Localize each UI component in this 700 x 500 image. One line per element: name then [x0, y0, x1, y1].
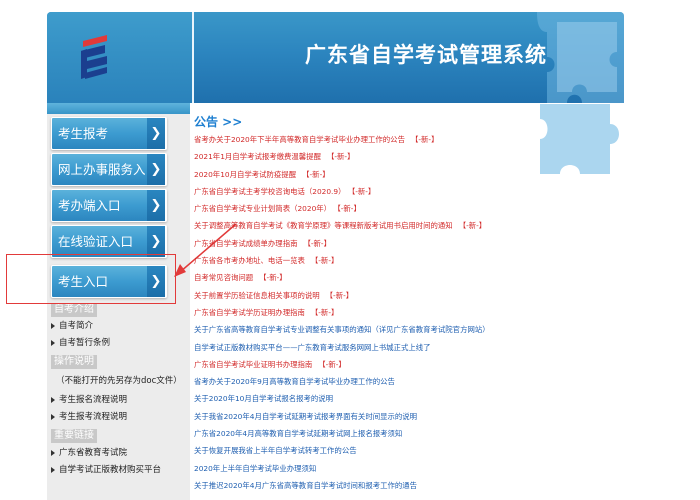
notice-item[interactable]: 关于2020年10月自学考试报名报考的说明: [194, 390, 694, 407]
notice-link[interactable]: 自考常见咨询问题: [194, 273, 253, 282]
notice-item[interactable]: 关于恢复开展我省上半年自学考试转考工作的公告: [194, 442, 694, 459]
new-badge: 【-新-】: [351, 186, 376, 196]
bullet-icon: [51, 414, 55, 420]
notice-item[interactable]: 广东省自学考试毕业证明书办理指南 【-新-】: [194, 356, 694, 373]
notice-item[interactable]: 广东省自学考试专业计划简表（2020年） 【-新-】: [194, 200, 694, 217]
notice-item[interactable]: 广东省2020年4月高等教育自学考试延期考试网上报名报考须知: [194, 425, 694, 442]
sidebar-link-textbook-platform[interactable]: 自学考试正版教材购买平台: [51, 463, 161, 477]
notice-item[interactable]: 关于广东省高等教育自学考试专业调整有关事项的通知（详见广东省教育考试院官方网站）: [194, 321, 694, 338]
new-badge: 【-新-】: [325, 290, 354, 300]
notice-item[interactable]: 自考常见咨询问题 【-新-】: [194, 269, 694, 286]
bullet-icon: [51, 397, 55, 403]
new-badge: 【-新-】: [302, 169, 330, 179]
notice-link[interactable]: 关于调整高等教育自学考试《教育学原理》等课程新版考试用书启用时间的通知: [194, 221, 453, 230]
new-badge: 【-新-】: [337, 204, 361, 214]
bullet-icon: [51, 323, 55, 329]
sidebar-link-exam-institute[interactable]: 广东省教育考试院: [51, 446, 127, 460]
chevron-right-icon[interactable]: ❯: [147, 189, 166, 222]
notice-item[interactable]: 关于调整高等教育自学考试《教育学原理》等课程新版考试用书启用时间的通知 【-新-】: [194, 217, 694, 234]
notice-item[interactable]: 2021年1月自学考试报考缴费温馨提醒 【-新-】: [194, 148, 694, 165]
notice-link[interactable]: 关于我省2020年4月自学考试延期考试报考界面有关时间显示的说明: [194, 412, 417, 421]
chevron-right-icon[interactable]: ❯: [147, 117, 166, 150]
notice-item[interactable]: 关于我省2020年4月自学考试延期考试报考界面有关时间显示的说明: [194, 408, 694, 425]
notice-link[interactable]: 广东省自学考试主考学校咨询电话（2020.9）: [194, 187, 346, 196]
notice-link[interactable]: 广东省2020年4月高等教育自学考试延期考试网上报名报考须知: [194, 429, 402, 438]
new-badge: 【-新-】: [326, 152, 355, 162]
chevron-right-icon[interactable]: ❯: [147, 153, 166, 186]
notice-item[interactable]: 广东省自学考试成绩单办理指南 【-新-】: [194, 235, 694, 252]
logo-icon: [81, 35, 107, 79]
page-title: 广东省自学考试管理系统: [305, 43, 547, 67]
notice-link[interactable]: 关于2020年10月自学考试报名报考的说明: [194, 394, 333, 403]
new-badge: 【-新-】: [310, 256, 339, 266]
notice-item[interactable]: 省考办关于2020年9月高等教育自学考试毕业办理工作的公告: [194, 373, 694, 390]
notice-list: 省考办关于2020年下半年高等教育自学考试毕业办理工作的公告 【-新-】 2021年…: [194, 131, 694, 494]
notice-item[interactable]: 广东省自学考试学历证明办理指南 【-新-】: [194, 304, 694, 321]
new-badge: 【-新-】: [458, 221, 487, 231]
notice-link[interactable]: 关于广东省高等教育自学考试专业调整有关事项的通知（详见广东省教育考试院官方网站）: [194, 325, 490, 334]
notice-item[interactable]: 自学考试正版教材购买平台——广东教育考试服务网网上书城正式上线了: [194, 339, 694, 356]
bullet-icon: [51, 450, 55, 456]
notice-section-title: 公告 >>: [194, 115, 243, 129]
notice-item[interactable]: 关于推迟2020年4月广东省高等教育自学考试时间和报考工作的通告: [194, 477, 694, 494]
sidebar-heading-instructions: 操作说明: [51, 355, 97, 369]
notice-link[interactable]: 省考办关于2020年下半年高等教育自学考试毕业办理工作的公告: [194, 135, 405, 144]
notice-link[interactable]: 自学考试正版教材购买平台——广东教育考试服务网网上书城正式上线了: [194, 343, 431, 352]
sidebar-heading-intro: 自考介绍: [51, 303, 97, 317]
new-badge: 【-新-】: [303, 238, 331, 248]
highlight-box: [6, 254, 176, 304]
sidebar-link-regulations[interactable]: 自考暂行条例: [51, 336, 110, 350]
new-badge: 【-新-】: [410, 135, 439, 144]
sidebar-link-exam-flow[interactable]: 考生报考流程说明: [51, 410, 127, 424]
notice-link[interactable]: 2021年1月自学考试报考缴费温馨提醒: [194, 152, 321, 161]
notice-link[interactable]: 关于恢复开展我省上半年自学考试转考工作的公告: [194, 446, 357, 455]
new-badge: 【-新-】: [259, 273, 287, 283]
notice-link[interactable]: 广东省自学考试专业计划简表（2020年）: [194, 204, 331, 213]
notice-item[interactable]: 广东省自学考试主考学校咨询电话（2020.9） 【-新-】: [194, 183, 694, 200]
notice-item[interactable]: 2020年10月自学考试防疫提醒 【-新-】: [194, 166, 694, 183]
notice-link[interactable]: 2020年上半年自学考试毕业办理须知: [194, 464, 316, 473]
site-header: 广东省自学考试管理系统: [47, 12, 624, 103]
sidebar-note-doc: （不能打开的先另存为doc文件）: [56, 376, 182, 386]
notice-link[interactable]: 关于推迟2020年4月广东省高等教育自学考试时间和报考工作的通告: [194, 481, 417, 490]
notice-link[interactable]: 省考办关于2020年9月高等教育自学考试毕业办理工作的公告: [194, 377, 395, 386]
notice-item[interactable]: 2020年上半年自学考试毕业办理须知: [194, 460, 694, 477]
sidebar-top-strip: [47, 103, 190, 114]
notice-link[interactable]: 广东省各市考办地址、电话一览表: [194, 256, 305, 265]
notice-link[interactable]: 广东省自学考试毕业证明书办理指南: [194, 360, 312, 369]
puzzle-decoration-icon: [537, 12, 624, 103]
notice-link[interactable]: 广东省自学考试学历证明办理指南: [194, 308, 305, 317]
notice-item[interactable]: 省考办关于2020年下半年高等教育自学考试毕业办理工作的公告 【-新-】: [194, 131, 694, 148]
notice-item[interactable]: 广东省各市考办地址、电话一览表 【-新-】: [194, 252, 694, 269]
sidebar-link-intro[interactable]: 自考简介: [51, 319, 93, 333]
notice-item[interactable]: 关于前置学历验证信息相关事项的说明 【-新-】: [194, 287, 694, 304]
sidebar-heading-links: 重要链接: [51, 429, 97, 443]
bullet-icon: [51, 467, 55, 473]
bullet-icon: [51, 340, 55, 346]
new-badge: 【-新-】: [310, 307, 339, 317]
notice-link[interactable]: 关于前置学历验证信息相关事项的说明: [194, 291, 320, 300]
sidebar-link-registration-flow[interactable]: 考生报名流程说明: [51, 393, 127, 407]
notice-link[interactable]: 广东省自学考试成绩单办理指南: [194, 239, 297, 248]
logo-panel: [47, 12, 194, 103]
notice-link[interactable]: 2020年10月自学考试防疫提醒: [194, 170, 296, 179]
new-badge: 【-新-】: [318, 359, 346, 369]
